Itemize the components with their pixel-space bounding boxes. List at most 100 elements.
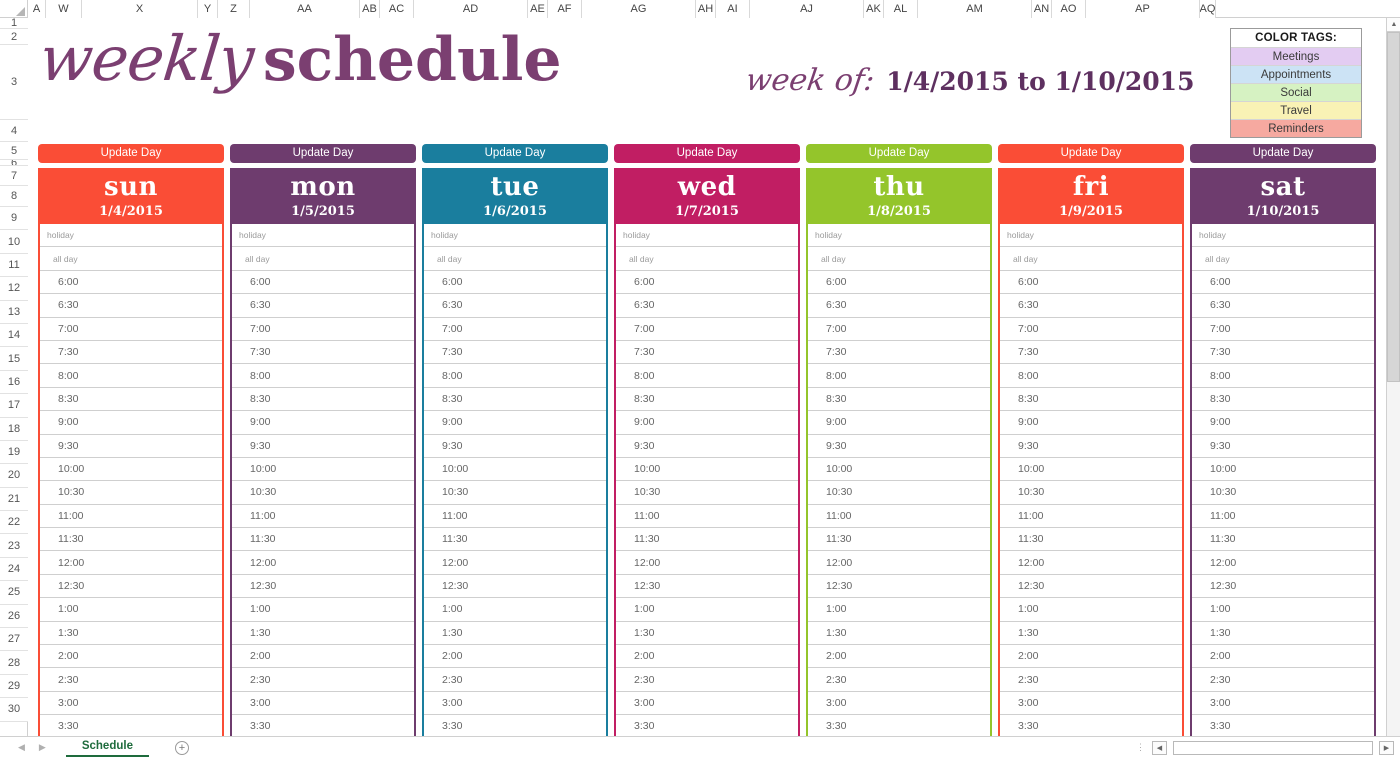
time-slot-mon-10-30[interactable]: 10:30 <box>232 481 414 505</box>
time-slot-thu-11-30[interactable]: 11:30 <box>808 528 990 552</box>
time-slot-sat-9-30[interactable]: 9:30 <box>1192 434 1374 458</box>
holiday-slot-thu[interactable]: holiday <box>808 224 990 248</box>
time-slot-sun-12-30[interactable]: 12:30 <box>40 574 222 599</box>
time-slot-wed-6-30[interactable]: 6:30 <box>616 294 798 318</box>
time-slot-sun-2-00[interactable]: 2:00 <box>40 645 222 669</box>
time-slot-sat-7-30[interactable]: 7:30 <box>1192 340 1374 365</box>
time-slot-sun-3-30[interactable]: 3:30 <box>40 715 222 736</box>
column-header-aa[interactable]: AA <box>250 0 360 18</box>
all-day-slot-thu[interactable]: all day <box>808 247 990 271</box>
time-slot-mon-12-30[interactable]: 12:30 <box>232 574 414 599</box>
time-slot-sun-10-30[interactable]: 10:30 <box>40 481 222 505</box>
time-slot-sat-9-00[interactable]: 9:00 <box>1192 411 1374 435</box>
time-slot-tue-12-00[interactable]: 12:00 <box>424 551 606 575</box>
update-day-button-sun[interactable]: Update Day <box>38 144 224 163</box>
time-slot-fri-12-30[interactable]: 12:30 <box>1000 574 1182 599</box>
day-date-sat[interactable]: 1/10/2015 <box>1247 205 1320 218</box>
time-slot-mon-11-00[interactable]: 11:00 <box>232 504 414 529</box>
row-header-8[interactable]: 8 <box>0 186 28 207</box>
time-slot-sat-11-30[interactable]: 11:30 <box>1192 528 1374 552</box>
time-slot-tue-8-00[interactable]: 8:00 <box>424 364 606 388</box>
time-slot-wed-10-30[interactable]: 10:30 <box>616 481 798 505</box>
time-slot-tue-6-00[interactable]: 6:00 <box>424 270 606 295</box>
update-day-button-thu[interactable]: Update Day <box>806 144 992 163</box>
column-header-a[interactable]: A <box>28 0 46 18</box>
time-slot-wed-9-00[interactable]: 9:00 <box>616 411 798 435</box>
column-header-am[interactable]: AM <box>918 0 1032 18</box>
time-slot-sat-7-00[interactable]: 7:00 <box>1192 317 1374 341</box>
column-header-ap[interactable]: AP <box>1086 0 1200 18</box>
time-slot-tue-2-30[interactable]: 2:30 <box>424 668 606 692</box>
column-header-ab[interactable]: AB <box>360 0 380 18</box>
time-slot-mon-2-30[interactable]: 2:30 <box>232 668 414 692</box>
time-slot-thu-11-00[interactable]: 11:00 <box>808 504 990 529</box>
day-date-sun[interactable]: 1/4/2015 <box>99 205 163 218</box>
column-header-ak[interactable]: AK <box>864 0 884 18</box>
row-header-30[interactable]: 30 <box>0 698 28 722</box>
time-slot-tue-9-30[interactable]: 9:30 <box>424 434 606 458</box>
column-header-ac[interactable]: AC <box>380 0 414 18</box>
time-slot-sat-11-00[interactable]: 11:00 <box>1192 504 1374 529</box>
column-header-ao[interactable]: AO <box>1052 0 1086 18</box>
all-day-slot-wed[interactable]: all day <box>616 247 798 271</box>
day-date-mon[interactable]: 1/5/2015 <box>291 205 355 218</box>
time-slot-fri-3-30[interactable]: 3:30 <box>1000 715 1182 736</box>
scroll-up-button[interactable]: ▲ <box>1387 18 1400 32</box>
time-slot-thu-8-30[interactable]: 8:30 <box>808 387 990 412</box>
holiday-slot-wed[interactable]: holiday <box>616 224 798 248</box>
week-of-range[interactable]: 1/4/2015 to 1/10/2015 <box>886 69 1194 94</box>
all-day-slot-fri[interactable]: all day <box>1000 247 1182 271</box>
day-date-thu[interactable]: 1/8/2015 <box>867 205 931 218</box>
time-slot-tue-11-30[interactable]: 11:30 <box>424 528 606 552</box>
time-slot-tue-12-30[interactable]: 12:30 <box>424 574 606 599</box>
time-slot-thu-2-00[interactable]: 2:00 <box>808 645 990 669</box>
time-slot-mon-6-00[interactable]: 6:00 <box>232 270 414 295</box>
row-header-13[interactable]: 13 <box>0 300 28 324</box>
vertical-scrollbar[interactable]: ▲ <box>1386 18 1400 736</box>
time-slot-sat-2-00[interactable]: 2:00 <box>1192 645 1374 669</box>
column-header-y[interactable]: Y <box>198 0 218 18</box>
time-slot-thu-1-30[interactable]: 1:30 <box>808 621 990 646</box>
time-slot-sat-2-30[interactable]: 2:30 <box>1192 668 1374 692</box>
time-slot-wed-3-00[interactable]: 3:00 <box>616 691 798 716</box>
time-slot-sun-8-30[interactable]: 8:30 <box>40 387 222 412</box>
column-header-af[interactable]: AF <box>548 0 582 18</box>
time-slot-mon-12-00[interactable]: 12:00 <box>232 551 414 575</box>
row-header-15[interactable]: 15 <box>0 347 28 371</box>
time-slot-fri-8-30[interactable]: 8:30 <box>1000 387 1182 412</box>
row-header-10[interactable]: 10 <box>0 230 28 254</box>
time-slot-fri-6-00[interactable]: 6:00 <box>1000 270 1182 295</box>
time-slot-tue-8-30[interactable]: 8:30 <box>424 387 606 412</box>
time-slot-wed-12-00[interactable]: 12:00 <box>616 551 798 575</box>
all-day-slot-mon[interactable]: all day <box>232 247 414 271</box>
time-slot-sun-2-30[interactable]: 2:30 <box>40 668 222 692</box>
time-slot-thu-3-00[interactable]: 3:00 <box>808 691 990 716</box>
time-slot-sun-1-30[interactable]: 1:30 <box>40 621 222 646</box>
time-slot-fri-1-30[interactable]: 1:30 <box>1000 621 1182 646</box>
time-slot-thu-6-30[interactable]: 6:30 <box>808 294 990 318</box>
sheet-prev-icon[interactable]: ◀ <box>18 742 25 753</box>
all-day-slot-sat[interactable]: all day <box>1192 247 1374 271</box>
time-slot-fri-2-30[interactable]: 2:30 <box>1000 668 1182 692</box>
day-date-fri[interactable]: 1/9/2015 <box>1059 205 1123 218</box>
vertical-scroll-thumb[interactable] <box>1387 32 1400 382</box>
time-slot-mon-6-30[interactable]: 6:30 <box>232 294 414 318</box>
time-slot-mon-8-00[interactable]: 8:00 <box>232 364 414 388</box>
time-slot-wed-2-30[interactable]: 2:30 <box>616 668 798 692</box>
time-slot-sat-3-00[interactable]: 3:00 <box>1192 691 1374 716</box>
time-slot-sat-8-00[interactable]: 8:00 <box>1192 364 1374 388</box>
time-slot-fri-11-30[interactable]: 11:30 <box>1000 528 1182 552</box>
row-header-7[interactable]: 7 <box>0 166 28 186</box>
row-header-9[interactable]: 9 <box>0 207 28 231</box>
update-day-button-tue[interactable]: Update Day <box>422 144 608 163</box>
scroll-grip-icon[interactable]: ⋮ <box>1136 742 1146 753</box>
row-header-28[interactable]: 28 <box>0 651 28 675</box>
day-date-tue[interactable]: 1/6/2015 <box>483 205 547 218</box>
time-slot-tue-11-00[interactable]: 11:00 <box>424 504 606 529</box>
time-slot-fri-9-00[interactable]: 9:00 <box>1000 411 1182 435</box>
time-slot-thu-7-00[interactable]: 7:00 <box>808 317 990 341</box>
time-slot-sun-6-30[interactable]: 6:30 <box>40 294 222 318</box>
time-slot-thu-3-30[interactable]: 3:30 <box>808 715 990 736</box>
select-all-corner[interactable] <box>0 0 28 17</box>
row-header-11[interactable]: 11 <box>0 253 28 278</box>
